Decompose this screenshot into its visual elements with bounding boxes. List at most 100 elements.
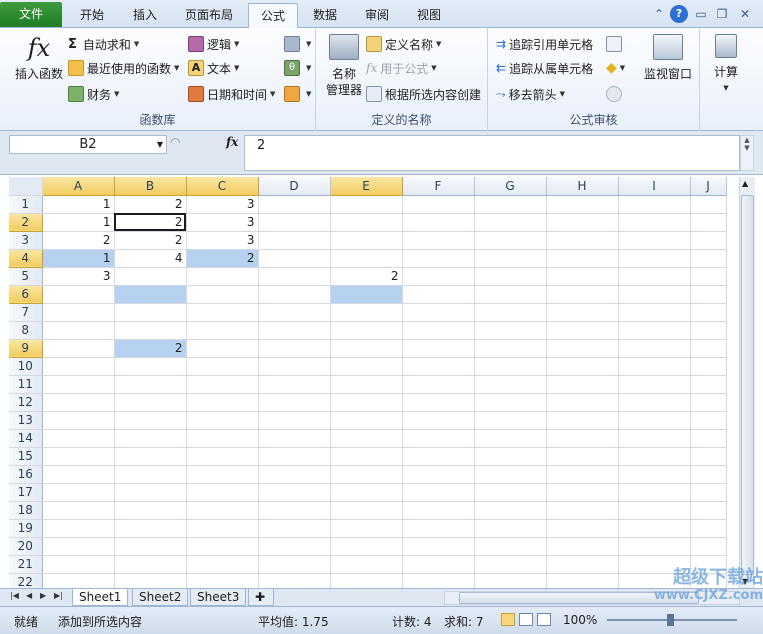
worksheet-grid[interactable]: ABCDEFGHIJ 1 1 2 3 2 1 2 3 3 2 2 3 4 1 4 2 5 3 2 6 7 8 9 2 10 11 1…	[9, 177, 727, 592]
cell-g15[interactable]	[474, 447, 547, 466]
cell-i15[interactable]	[618, 447, 691, 466]
cell-c14[interactable]	[186, 429, 259, 448]
cell-a3[interactable]: 2	[42, 231, 115, 250]
autosum-button[interactable]: Σ 自动求和 ▼	[68, 34, 139, 54]
cell-e20[interactable]	[330, 537, 403, 556]
cell-c6[interactable]	[186, 285, 259, 304]
cell-b17[interactable]	[114, 483, 187, 502]
cell-f6[interactable]	[402, 285, 475, 304]
cell-h17[interactable]	[546, 483, 619, 502]
cell-f18[interactable]	[402, 501, 475, 520]
cell-e21[interactable]	[330, 555, 403, 574]
cell-i17[interactable]	[618, 483, 691, 502]
cell-g17[interactable]	[474, 483, 547, 502]
cell-d12[interactable]	[258, 393, 331, 412]
row-header-13[interactable]: 13	[9, 411, 43, 430]
prev-sheet-icon[interactable]: ◀	[26, 591, 32, 600]
cell-d7[interactable]	[258, 303, 331, 322]
name-box[interactable]: B2 ▼	[9, 135, 167, 154]
cell-h20[interactable]	[546, 537, 619, 556]
first-sheet-icon[interactable]: |◀	[10, 591, 19, 600]
more-functions-button[interactable]: ▼	[284, 84, 311, 104]
help-icon[interactable]: ?	[670, 5, 688, 23]
cell-i6[interactable]	[618, 285, 691, 304]
cell-e2[interactable]	[330, 213, 403, 232]
cell-b14[interactable]	[114, 429, 187, 448]
cell-b15[interactable]	[114, 447, 187, 466]
cell-g3[interactable]	[474, 231, 547, 250]
cell-a12[interactable]	[42, 393, 115, 412]
cell-i2[interactable]	[618, 213, 691, 232]
tab-file[interactable]: 文件	[0, 2, 62, 27]
cell-j15[interactable]	[690, 447, 727, 466]
cell-h13[interactable]	[546, 411, 619, 430]
cell-e16[interactable]	[330, 465, 403, 484]
cell-j4[interactable]	[690, 249, 727, 268]
cell-c3[interactable]: 3	[186, 231, 259, 250]
cell-d19[interactable]	[258, 519, 331, 538]
insert-sheet-icon[interactable]: ✚	[248, 589, 274, 606]
cell-a20[interactable]	[42, 537, 115, 556]
cell-c4[interactable]: 2	[186, 249, 259, 268]
cell-g14[interactable]	[474, 429, 547, 448]
cell-a11[interactable]	[42, 375, 115, 394]
tab-page-layout[interactable]: 页面布局	[172, 3, 246, 28]
cell-b16[interactable]	[114, 465, 187, 484]
cell-g16[interactable]	[474, 465, 547, 484]
cell-f5[interactable]	[402, 267, 475, 286]
cell-h9[interactable]	[546, 339, 619, 358]
watch-window-button[interactable]: 监视窗口	[640, 34, 696, 82]
cell-j20[interactable]	[690, 537, 727, 556]
cell-c7[interactable]	[186, 303, 259, 322]
cell-i10[interactable]	[618, 357, 691, 376]
row-header-8[interactable]: 8	[9, 321, 43, 340]
cell-b6[interactable]	[114, 285, 187, 304]
column-header-j[interactable]: J	[690, 177, 727, 196]
cell-b12[interactable]	[114, 393, 187, 412]
cell-c13[interactable]	[186, 411, 259, 430]
close-window-icon[interactable]: ✕	[736, 5, 754, 23]
trace-dependents-button[interactable]: ⇇ 追踪从属单元格	[496, 58, 593, 78]
cell-e9[interactable]	[330, 339, 403, 358]
page-layout-view-button[interactable]	[519, 613, 533, 626]
cell-e7[interactable]	[330, 303, 403, 322]
row-header-3[interactable]: 3	[9, 231, 43, 250]
cell-g20[interactable]	[474, 537, 547, 556]
cell-e17[interactable]	[330, 483, 403, 502]
cell-d11[interactable]	[258, 375, 331, 394]
cell-c19[interactable]	[186, 519, 259, 538]
row-header-11[interactable]: 11	[9, 375, 43, 394]
minimize-ribbon-icon[interactable]: ⌃	[650, 5, 668, 23]
row-header-19[interactable]: 19	[9, 519, 43, 538]
cell-g5[interactable]	[474, 267, 547, 286]
cell-i3[interactable]	[618, 231, 691, 250]
cell-e5[interactable]: 2	[330, 267, 403, 286]
cell-f19[interactable]	[402, 519, 475, 538]
tab-data[interactable]: 数据	[300, 3, 350, 28]
cell-f3[interactable]	[402, 231, 475, 250]
cell-a6[interactable]	[42, 285, 115, 304]
cell-f14[interactable]	[402, 429, 475, 448]
cell-h21[interactable]	[546, 555, 619, 574]
cell-e12[interactable]	[330, 393, 403, 412]
cell-j10[interactable]	[690, 357, 727, 376]
cell-b19[interactable]	[114, 519, 187, 538]
cell-g12[interactable]	[474, 393, 547, 412]
cell-f4[interactable]	[402, 249, 475, 268]
tab-formulas[interactable]: 公式	[248, 3, 298, 29]
cell-j7[interactable]	[690, 303, 727, 322]
cell-j3[interactable]	[690, 231, 727, 250]
cell-h14[interactable]	[546, 429, 619, 448]
cell-g4[interactable]	[474, 249, 547, 268]
cell-h2[interactable]	[546, 213, 619, 232]
cell-g18[interactable]	[474, 501, 547, 520]
row-header-17[interactable]: 17	[9, 483, 43, 502]
restore-window-icon[interactable]: ❐	[713, 5, 731, 23]
cell-h6[interactable]	[546, 285, 619, 304]
row-header-2[interactable]: 2	[9, 213, 43, 232]
cell-b5[interactable]	[114, 267, 187, 286]
cell-h12[interactable]	[546, 393, 619, 412]
cell-i18[interactable]	[618, 501, 691, 520]
cell-g6[interactable]	[474, 285, 547, 304]
cell-h3[interactable]	[546, 231, 619, 250]
